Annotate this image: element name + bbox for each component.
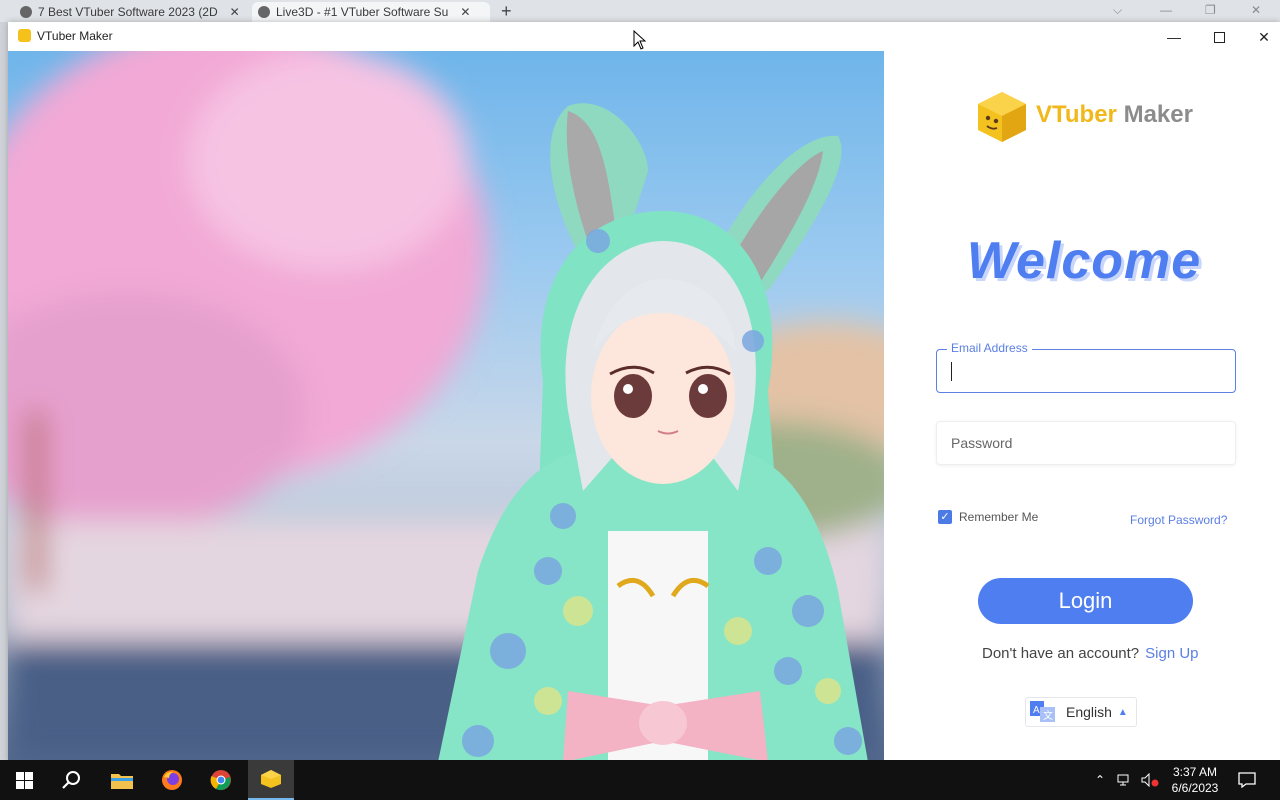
window-title: VTuber Maker — [37, 29, 113, 43]
file-explorer-icon — [111, 774, 133, 789]
minimize-button[interactable]: — — [1152, 25, 1196, 49]
logo-word-maker: Maker — [1123, 101, 1193, 128]
logo-wordmark: VTuber Maker — [1036, 101, 1193, 129]
sign-up-link[interactable]: Sign Up — [1145, 645, 1198, 662]
vtuber-maker-cube-logo-icon — [978, 92, 1026, 142]
browser-restore-icon[interactable]: ❐ — [1205, 3, 1216, 17]
anime-avatar-illustration — [8, 51, 884, 762]
firefox-icon — [162, 770, 182, 790]
email-field-label: Email Address — [947, 341, 1032, 355]
firefox-button[interactable] — [152, 760, 192, 800]
browser-tab-2[interactable]: Live3D - #1 VTuber Software Su ✕ — [252, 2, 490, 22]
action-center-icon — [1238, 772, 1256, 788]
search-icon — [62, 771, 80, 789]
clock-time: 3:37 AM — [1172, 765, 1218, 779]
caret-up-icon: ▲ — [1117, 706, 1128, 718]
login-button[interactable]: Login — [978, 578, 1193, 624]
forgot-password-link[interactable]: Forgot Password? — [1130, 513, 1227, 527]
email-field[interactable]: Email Address — [936, 341, 1236, 393]
chevron-down-icon[interactable]: ⌵ — [1113, 3, 1122, 18]
browser-tab-strip: 7 Best VTuber Software 2023 (2D ✕ Live3D… — [0, 0, 1280, 22]
browser-tab-label: 7 Best VTuber Software 2023 (2D — [38, 5, 218, 19]
password-input[interactable] — [949, 430, 1223, 456]
taskbar-search-button[interactable] — [52, 760, 92, 800]
close-button[interactable]: ✕ — [1242, 25, 1280, 49]
language-selector[interactable]: A 文 English ▲ — [1025, 697, 1137, 727]
remember-me-checkbox[interactable]: ✓ — [938, 510, 952, 524]
avatar-preview-artwork — [8, 51, 884, 762]
maximize-icon — [1213, 31, 1225, 43]
file-explorer-button[interactable] — [102, 760, 142, 800]
app-logo-icon — [18, 29, 31, 42]
network-icon[interactable] — [1117, 760, 1137, 800]
welcome-heading: Welcome — [966, 232, 1202, 290]
svg-text:A: A — [1033, 705, 1040, 716]
chrome-icon — [210, 770, 231, 791]
remember-me[interactable]: ✓ Remember Me — [938, 510, 1038, 524]
new-tab-button[interactable]: + — [501, 2, 512, 20]
speaker-muted-icon — [1141, 773, 1159, 787]
network-status-icon — [1117, 774, 1129, 786]
vtuber-maker-icon — [261, 770, 281, 788]
login-panel: VTuber Maker Welcome Email Address ✓ Rem… — [884, 51, 1280, 762]
start-button[interactable] — [4, 760, 44, 800]
remember-me-label: Remember Me — [959, 510, 1039, 524]
volume-muted-icon[interactable] — [1141, 760, 1161, 800]
system-clock[interactable]: 3:37 AM 6/6/2023 — [1166, 764, 1224, 796]
logo-word-vtuber: VTuber — [1036, 101, 1117, 128]
translate-icon: A 文 — [1030, 701, 1055, 722]
password-field[interactable] — [936, 421, 1236, 465]
email-input[interactable] — [949, 358, 1223, 384]
globe-icon — [258, 6, 270, 18]
notifications-button[interactable] — [1238, 760, 1258, 800]
signup-row: Don't have an account? Sign Up — [982, 645, 1199, 662]
tab-favicon-icon — [20, 6, 32, 18]
vtuber-maker-taskbar-button[interactable] — [248, 760, 294, 800]
maximize-button[interactable] — [1197, 25, 1241, 49]
tab-close-icon[interactable]: ✕ — [230, 5, 240, 19]
browser-tab-label: Live3D - #1 VTuber Software Su — [276, 5, 449, 19]
browser-minimize-icon[interactable]: — — [1160, 3, 1172, 17]
language-label: English — [1066, 704, 1112, 720]
chrome-button[interactable] — [201, 760, 241, 800]
tab-close-icon[interactable]: ✕ — [460, 5, 470, 19]
app-window: VTuber Maker — ✕ VTuber Maker Welcome Em… — [8, 22, 1280, 762]
taskbar: ⌃ 3:37 AM 6/6/2023 — [0, 760, 1280, 800]
svg-text:文: 文 — [1043, 709, 1053, 722]
show-hidden-icons-chevron-up-icon[interactable]: ⌃ — [1095, 760, 1111, 800]
windows-start-icon — [15, 771, 33, 789]
mouse-cursor-icon — [633, 30, 647, 50]
signup-prompt: Don't have an account? — [982, 645, 1140, 662]
text-cursor — [951, 362, 952, 381]
browser-close-icon[interactable]: ✕ — [1251, 3, 1261, 17]
browser-tab-1[interactable]: 7 Best VTuber Software 2023 (2D ✕ — [20, 2, 242, 22]
clock-date: 6/6/2023 — [1171, 781, 1219, 795]
